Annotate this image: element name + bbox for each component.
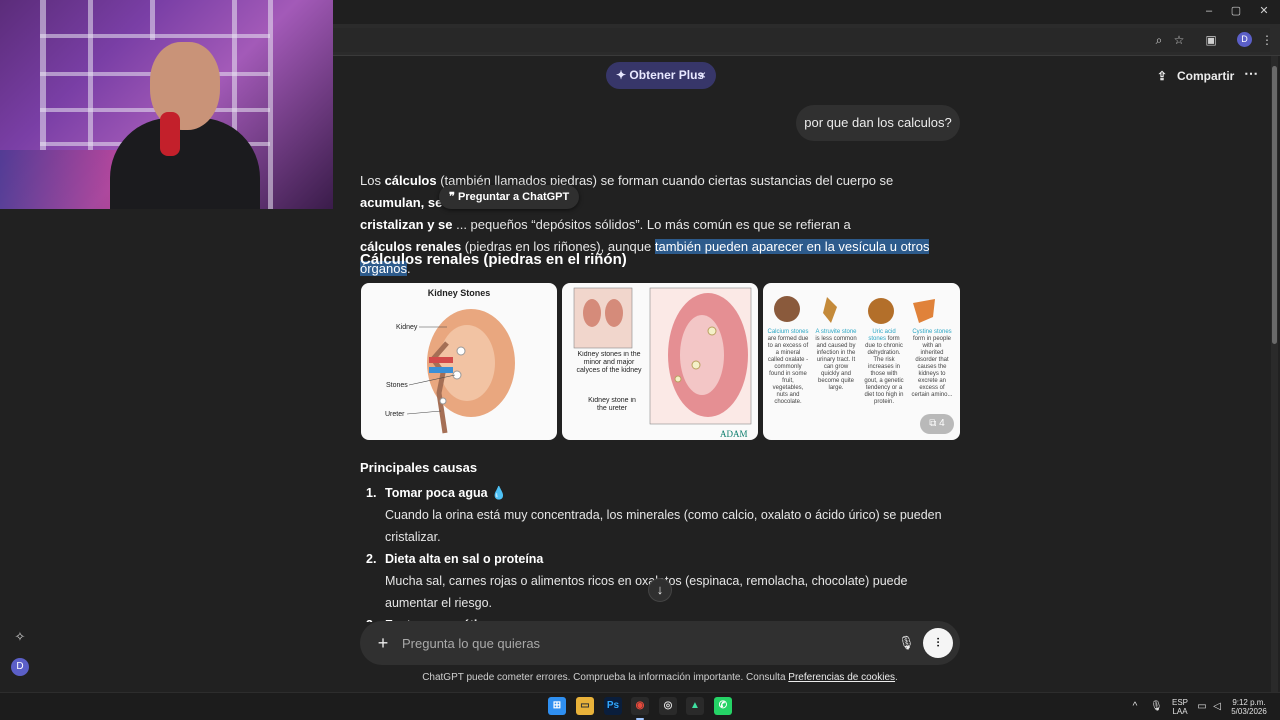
webcam-overlay (0, 0, 333, 209)
close-icon[interactable]: × (699, 62, 706, 89)
get-plus-label: Obtener Plus (629, 68, 705, 82)
streamlabs-icon[interactable]: ▲ (686, 697, 704, 715)
waveform-icon: ⫶ (936, 636, 940, 650)
bookmark-star-icon[interactable]: ☆ (1171, 32, 1187, 48)
photoshop-icon[interactable]: Ps (604, 697, 622, 715)
images-icon: ⧉ (929, 418, 940, 429)
maximize-window-button[interactable]: ▢ (1229, 4, 1243, 18)
language-indicator[interactable]: ESP LAA (1168, 698, 1192, 716)
chrome-icon[interactable]: ◉ (631, 697, 649, 715)
image-kidney-stones-diagram[interactable]: Kidney Stones Kidney Stones Ureter (361, 283, 557, 440)
share-button[interactable]: ⇪ Compartir (1157, 67, 1234, 85)
zoom-icon[interactable]: ⌕ (1151, 32, 1167, 48)
sparkle-icon: ✦ (616, 68, 627, 82)
file-explorer-icon[interactable]: ▭ (576, 697, 594, 715)
img2-caption-2: Kidney stone in the ureter (588, 397, 636, 412)
disclaimer: ChatGPT puede cometer errores. Comprueba… (422, 672, 898, 683)
attach-plus-button[interactable]: + (374, 632, 392, 654)
minimize-window-button[interactable]: – (1202, 4, 1216, 18)
get-plus-button[interactable]: ✦ Obtener Plus × (606, 62, 716, 89)
extensions-icon[interactable]: ▣ (1203, 32, 1219, 48)
more-images-badge[interactable]: ⧉ 4 (920, 414, 954, 434)
svg-text:Ureter: Ureter (385, 411, 405, 418)
volume-icon[interactable]: ◁ (1211, 700, 1223, 714)
adam-logo: ADAM (720, 429, 748, 439)
voice-mode-button[interactable]: ⫶ (923, 628, 953, 658)
mic-tray-icon[interactable]: 🎙 (1150, 700, 1163, 714)
obs-icon[interactable]: ◎ (659, 697, 677, 715)
sparkle-icon[interactable]: ✧ (12, 629, 28, 645)
whatsapp-icon[interactable]: ✆ (714, 697, 732, 715)
image-kidney-calyces[interactable]: Kidney stones in the minor and major cal… (562, 283, 758, 440)
share-label: Compartir (1177, 69, 1235, 83)
svg-text:Stones: Stones (386, 382, 408, 389)
streamer-body (110, 118, 260, 209)
scroll-to-bottom-button[interactable]: ↓ (648, 578, 672, 602)
share-icon: ⇪ (1157, 69, 1168, 83)
windows-taskbar: ⊞ ▭ Ps ◉ ◎ ▲ ✆ ^ 🎙 ESP LAA ▭ ◁ 9:12 p.m. 5… (0, 692, 1280, 720)
cookie-preferences-link[interactable]: Preferencias de cookies (788, 672, 895, 683)
ask-chatgpt-button[interactable]: ❞ Preguntar a ChatGPT (439, 185, 579, 209)
prompt-input[interactable] (402, 632, 882, 654)
user-message: por que dan los calculos? (796, 105, 960, 141)
close-window-button[interactable]: ✕ (1257, 4, 1271, 18)
chevron-up-icon[interactable]: ^ (1129, 700, 1141, 714)
user-avatar[interactable]: D (11, 658, 29, 676)
section-heading-causes: Principales causas (360, 460, 478, 475)
section-heading-kidney: Cálculos renales (piedras en el riñón) (360, 251, 627, 268)
quote-icon: ❞ (449, 191, 458, 203)
microphone (160, 112, 180, 156)
clock[interactable]: 9:12 p.m. 5/03/2026 (1228, 698, 1270, 716)
network-icon[interactable]: ▭ (1196, 700, 1208, 714)
scrollbar-thumb[interactable] (1272, 66, 1277, 344)
img2-caption-1: Kidney stones in the minor and major cal… (576, 351, 642, 374)
windows-start-icon[interactable]: ⊞ (548, 697, 566, 715)
arrow-down-icon: ↓ (656, 582, 664, 597)
composer: + 🎙 ⫶ (360, 621, 960, 665)
browser-profile-avatar[interactable]: D (1237, 32, 1252, 47)
microphone-icon[interactable]: 🎙 (898, 633, 915, 653)
img1-title: Kidney Stones (428, 288, 491, 298)
svg-text:Kidney: Kidney (396, 324, 418, 331)
browser-menu-icon[interactable]: ⋮ (1259, 32, 1275, 48)
more-options-button[interactable]: ⋯ (1242, 66, 1260, 84)
